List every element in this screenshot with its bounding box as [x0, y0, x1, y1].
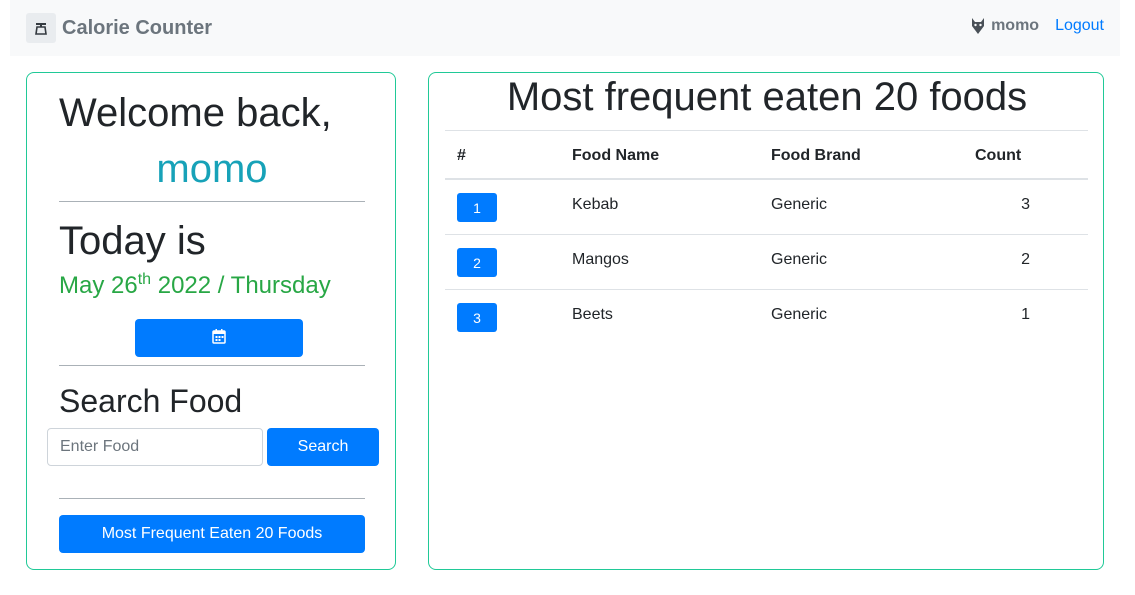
column-header-rank: # — [457, 147, 466, 164]
divider — [59, 498, 365, 499]
table-header: # Food Name Food Brand Count — [445, 130, 1088, 180]
navbar: Calorie Counter momo Logout — [10, 0, 1120, 56]
food-name-cell: Mangos — [572, 251, 629, 268]
nav-username[interactable]: momo — [991, 17, 1039, 35]
welcome-username: momo — [156, 147, 268, 191]
food-brand-cell: Generic — [771, 306, 828, 323]
today-heading: Today is — [59, 219, 206, 263]
table-row: 1 Kebab Generic 3 — [445, 180, 1088, 235]
rank-button[interactable]: 3 — [457, 303, 497, 332]
search-heading: Search Food — [59, 383, 243, 419]
food-name-cell: Beets — [572, 306, 613, 323]
table-row: 3 Beets Generic 1 — [445, 290, 1088, 345]
nav-user-area: momo Logout — [971, 17, 1104, 35]
food-brand-cell: Generic — [771, 251, 828, 268]
rank-button[interactable]: 2 — [457, 248, 497, 277]
brand[interactable]: Calorie Counter — [26, 13, 212, 43]
food-name-cell: Kebab — [572, 196, 619, 213]
column-header-food-name: Food Name — [572, 147, 660, 164]
food-search-input[interactable] — [47, 428, 263, 466]
most-frequent-foods-button[interactable]: Most Frequent Eaten 20 Foods — [59, 515, 365, 553]
user-panel: Welcome back, momo Today is May 26th 202… — [26, 72, 396, 570]
column-header-count: Count — [975, 147, 1022, 164]
rank-button[interactable]: 1 — [457, 193, 497, 222]
frequent-foods-table: # Food Name Food Brand Count 1 Kebab Gen… — [445, 130, 1088, 345]
welcome-heading: Welcome back, — [59, 91, 332, 135]
date-suffix: th — [137, 271, 152, 288]
date-rest: 2022 / Thursday — [151, 272, 331, 299]
divider — [59, 365, 365, 366]
date-month-day: May 26 — [59, 272, 138, 299]
column-header-food-brand: Food Brand — [771, 147, 861, 164]
calendar-icon — [212, 329, 226, 347]
count-cell: 1 — [1021, 306, 1030, 323]
count-cell: 2 — [1021, 251, 1030, 268]
frequent-foods-panel: Most frequent eaten 20 foods # Food Name… — [428, 72, 1104, 570]
panel-title: Most frequent eaten 20 foods — [506, 75, 1028, 119]
table-row: 2 Mangos Generic 2 — [445, 235, 1088, 290]
brand-title: Calorie Counter — [62, 16, 213, 39]
wolf-icon — [971, 17, 987, 35]
food-brand-cell: Generic — [771, 196, 828, 213]
current-date: May 26th 2022 / Thursday — [59, 271, 331, 300]
count-cell: 3 — [1021, 196, 1030, 213]
divider — [59, 201, 365, 202]
search-button[interactable]: Search — [267, 428, 379, 466]
scale-icon — [26, 13, 56, 43]
calendar-button[interactable] — [135, 319, 303, 357]
logout-link[interactable]: Logout — [1055, 17, 1104, 35]
